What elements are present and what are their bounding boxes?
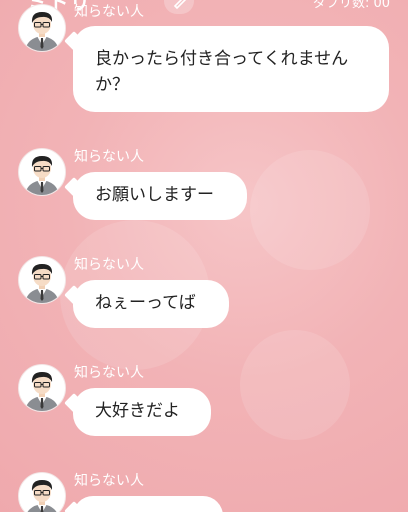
message-bubble[interactable]: お願いしますー [73,172,247,220]
chat-screen: ミドリ ダブリ数: 00 知らない人 良かったら付き合ってくれませんか？ 知らな… [0,0,408,512]
businessman-avatar-icon [27,480,57,512]
avatar[interactable] [18,4,66,52]
message-bubble[interactable]: 良かったら付き合ってくれませんか？ [73,26,389,112]
message-bubble[interactable]: ねぇーってば [73,280,229,328]
bokeh-light [250,150,370,270]
sender-name: 知らない人 [74,149,144,165]
avatar[interactable] [18,472,66,512]
sender-name: 知らない人 [74,4,144,20]
businessman-avatar-icon [25,264,59,303]
sender-name: 知らない人 [74,365,144,381]
avatar[interactable] [18,148,66,196]
message-text: ねぇーってば [95,293,196,313]
sender-name: 知らない人 [74,473,144,489]
businessman-avatar-icon [25,12,59,51]
bokeh-light [240,330,350,440]
businessman-avatar-icon [25,372,59,411]
message-bubble[interactable]: 大好きだよ [73,388,211,436]
header-count: ダブリ数: 00 [312,0,390,11]
businessman-avatar-icon [25,156,59,195]
avatar[interactable] [18,364,66,412]
pencil-icon [173,0,187,10]
message-text: お願いしますー [95,185,214,205]
avatar[interactable] [18,256,66,304]
message-text: 大好きだよ [95,401,180,421]
edit-button[interactable] [164,0,194,14]
message-bubble[interactable] [73,496,223,512]
sender-name: 知らない人 [74,257,144,273]
message-text: 良かったら付き合ってくれませんか？ [95,49,349,95]
